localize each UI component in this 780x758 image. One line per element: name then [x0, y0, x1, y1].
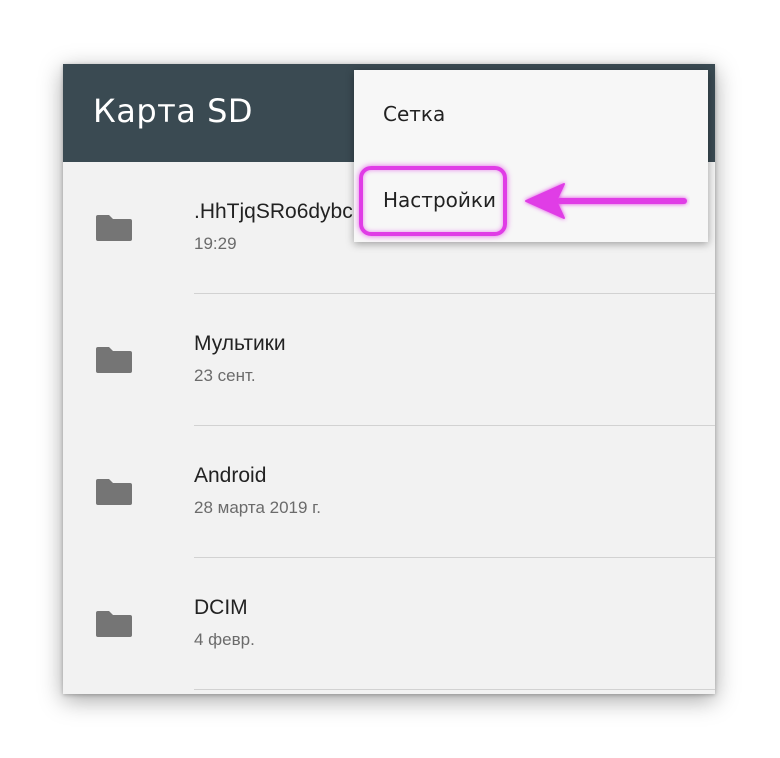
- file-row-multiki[interactable]: Мультики 23 сент.: [63, 294, 715, 426]
- settings-highlight-frame: [359, 166, 507, 236]
- file-date: 4 февр.: [194, 630, 255, 649]
- file-name: DCIM: [194, 596, 248, 619]
- pointer-arrow-icon: [525, 183, 687, 219]
- file-date: 23 сент.: [194, 366, 256, 385]
- folder-icon: [96, 611, 132, 637]
- file-date: 19:29: [194, 234, 237, 253]
- page-title: Карта SD: [93, 92, 254, 130]
- menu-item-grid[interactable]: Сетка: [383, 102, 445, 126]
- file-name: Мультики: [194, 332, 286, 355]
- divider: [194, 689, 715, 690]
- file-row-android[interactable]: Android 28 марта 2019 г.: [63, 426, 715, 558]
- file-name: Android: [194, 464, 267, 487]
- folder-icon: [96, 479, 132, 505]
- file-row-dcim[interactable]: DCIM 4 февр.: [63, 558, 715, 690]
- file-date: 28 марта 2019 г.: [194, 498, 322, 517]
- file-name: .HhTjqSRo6dybc: [194, 200, 353, 223]
- folder-icon: [96, 347, 132, 373]
- folder-icon: [96, 215, 132, 241]
